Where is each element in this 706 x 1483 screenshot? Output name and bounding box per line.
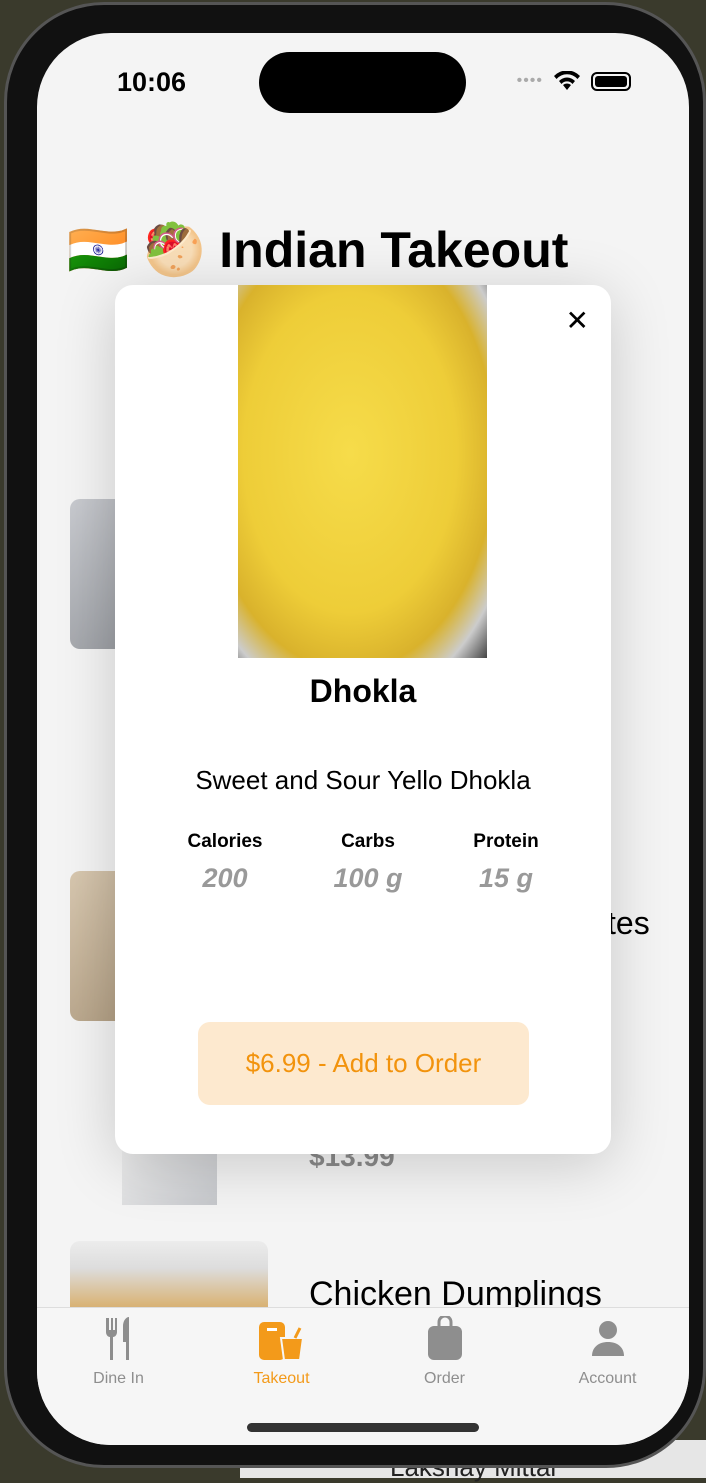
- tab-label: Takeout: [253, 1370, 310, 1387]
- nutrition-carbs: Carbs 100 g: [303, 831, 433, 894]
- dish-photo: [238, 285, 487, 658]
- nutrition-value: 15 g: [478, 863, 534, 893]
- nutrition-value: 200: [202, 863, 248, 893]
- dish-name: Dhokla: [309, 673, 417, 709]
- status-time: 10:06: [117, 67, 187, 97]
- home-indicator[interactable]: [247, 1423, 479, 1432]
- wifi-icon: [554, 71, 580, 90]
- fork-knife-icon: [105, 1317, 129, 1360]
- nutrition-label: Protein: [473, 831, 539, 852]
- person-icon: [591, 1321, 624, 1356]
- close-icon[interactable]: ✕: [566, 307, 589, 335]
- tab-dine-in[interactable]: Dine In: [37, 1308, 200, 1445]
- dish-detail-modal: ✕ Dhokla Sweet and Sour Yello Dhokla Cal…: [115, 285, 611, 1154]
- tab-label: Dine In: [93, 1370, 144, 1387]
- add-to-order-button[interactable]: $6.99 - Add to Order: [198, 1022, 529, 1105]
- signal-icon: ••••: [516, 72, 543, 89]
- item-name[interactable]: tes: [607, 905, 650, 942]
- status-icons: ••••: [517, 71, 631, 91]
- dynamic-island: [259, 52, 466, 113]
- bag-icon: [427, 1316, 462, 1360]
- nutrition-protein: Protein 15 g: [441, 831, 571, 894]
- dish-description: Sweet and Sour Yello Dhokla: [195, 765, 531, 795]
- nutrition-label: Calories: [187, 831, 263, 852]
- battery-icon: [591, 71, 631, 91]
- screen: 10:06 •••• 🇮🇳 🥙 Indian Takeout tes $13.9…: [37, 33, 689, 1445]
- nutrition-calories: Calories 200: [160, 831, 290, 894]
- nutrition-value: 100 g: [333, 863, 403, 893]
- phone-frame: 10:06 •••• 🇮🇳 🥙 Indian Takeout tes $13.9…: [4, 2, 706, 1468]
- tab-account[interactable]: Account: [526, 1308, 689, 1445]
- tab-label: Account: [578, 1370, 637, 1387]
- tab-label: Order: [424, 1370, 465, 1387]
- nutrition-label: Carbs: [341, 831, 395, 852]
- page-title: 🇮🇳 🥙 Indian Takeout: [67, 222, 569, 278]
- takeout-bag-icon: [258, 1322, 304, 1361]
